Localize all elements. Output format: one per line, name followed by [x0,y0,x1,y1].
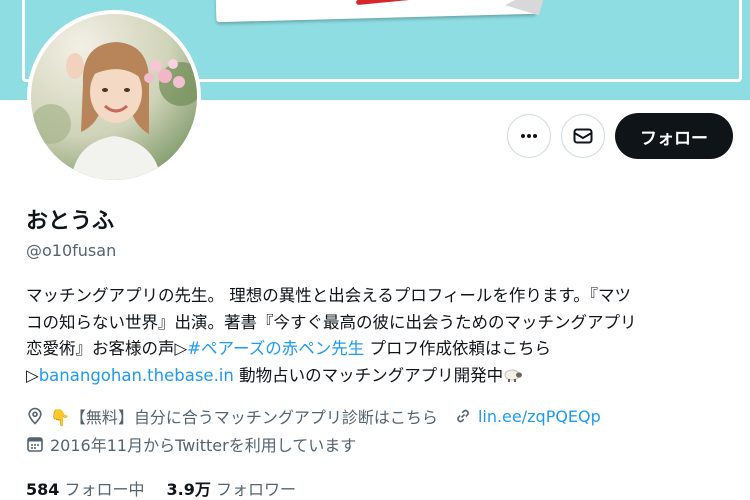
profile-joined-date: 2016年11月からTwitterを利用しています [50,436,357,455]
bio-text: 動物占いのマッチングアプリ開発中 [233,365,504,385]
shop-link[interactable]: banangohan.thebase.in [39,366,234,385]
bio-line-4: ▷banangohan.thebase.in 動物占いのマッチングアプリ開発中 [26,363,736,390]
sheep-emoji-icon [504,369,523,382]
avatar-photo [31,14,197,180]
follow-button[interactable]: フォロー [615,113,733,159]
followers-label: フォロワー [215,480,296,499]
bio-line-1: マッチングアプリの先生。 理想の異性と出会えるプロフィールを作ります。『マツ [26,286,632,305]
location-pin-icon [28,407,42,425]
profile-joined-row: 2016年11月からTwitterを利用しています [26,432,356,456]
banner-red-pen-stroke [355,0,516,6]
following-label: フォロー中 [64,480,145,499]
bio-text: ▷ [26,365,39,385]
bio-text: 恋愛術』お客様の声▷ [26,339,188,358]
bio-line-3: 恋愛術』お客様の声▷#ペアーズの赤ペン先生 プロフ作成依頼はこちら [26,336,736,363]
following-count: 584 [26,480,60,499]
more-button[interactable] [507,114,551,158]
profile-bio: マッチングアプリの先生。 理想の異性と出会えるプロフィールを作ります。『マツ コ… [26,283,736,389]
profile-location-row: 👇【無料】自分に合うマッチングアプリ診断はこちら lin.ee/zqPQEQp [26,404,601,428]
follow-counts: 584 フォロー中 3.9万 フォロワー [26,476,296,500]
more-icon [521,134,537,138]
profile-actions: フォロー [507,113,733,159]
profile-website-link[interactable]: lin.ee/zqPQEQp [478,407,601,426]
bio-text: プロフ作成依頼はこちら [364,339,551,358]
profile-name: おとうふ [26,209,115,234]
link-icon [457,409,469,423]
mail-icon [573,128,593,144]
avatar[interactable] [27,10,201,184]
profile-handle: @o10fusan [26,241,117,260]
profile-location: 👇【無料】自分に合うマッチングアプリ診断はこちら [50,408,438,427]
calendar-icon [27,437,43,452]
bio-line-2: コの知らない世界』出演。著書『今すぐ最高の彼に出会うためのマッチングアプリ [26,312,637,332]
message-button[interactable] [561,114,605,158]
followers-stat[interactable]: 3.9万 フォロワー [167,480,296,499]
followers-count: 3.9万 [166,480,211,499]
following-stat[interactable]: 584 フォロー中 [26,480,145,499]
hashtag-link[interactable]: #ペアーズの赤ペン先生 [187,339,364,358]
